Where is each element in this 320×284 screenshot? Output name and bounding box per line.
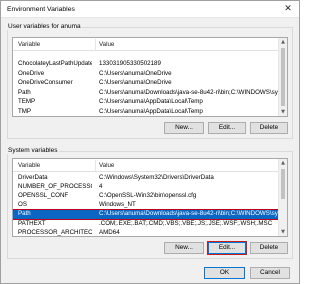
cancel-button[interactable]: Cancel xyxy=(250,267,290,279)
list-item[interactable]: ChocolateyLastPathUpdate 133031905330502… xyxy=(13,60,278,68)
list-item[interactable]: DriverData C:\Windows\System32\Drivers\D… xyxy=(13,174,278,182)
column-header-variable[interactable]: Variable xyxy=(18,162,40,169)
chevron-down-icon[interactable]: ▼ xyxy=(279,228,287,236)
close-icon[interactable]: ✕ xyxy=(277,1,299,18)
scroll-thumb[interactable] xyxy=(281,169,285,199)
system-variables-label: System variables xyxy=(7,147,59,154)
environment-variables-dialog: Environment Variables ✕ User variables f… xyxy=(0,0,300,284)
chevron-up-icon[interactable]: ▲ xyxy=(279,159,287,167)
user-variables-label: User variables for anuma xyxy=(7,23,82,30)
list-item[interactable]: OS Windows_NT xyxy=(13,201,278,209)
user-delete-button[interactable]: Delete xyxy=(250,122,288,134)
list-item[interactable]: TMP C:\Users\anuma\AppData\Local\Temp xyxy=(13,108,278,116)
system-delete-button[interactable]: Delete xyxy=(250,242,288,254)
system-list-scrollbar[interactable]: ▲ ▼ xyxy=(278,159,287,236)
column-separator xyxy=(95,39,96,50)
user-list-header: Variable Value xyxy=(13,38,278,51)
window-title: Environment Variables xyxy=(7,6,75,13)
system-list-header: Variable Value xyxy=(13,159,278,172)
list-item[interactable]: TEMP C:\Users\anuma\AppData\Local\Temp xyxy=(13,98,278,106)
list-item[interactable]: PATHEXT .COM;.EXE;.BAT;.CMD;.VBS;.VBE;.J… xyxy=(13,220,278,228)
list-item[interactable]: OPENSSL_CONF C:\OpenSSL-Win32\bin\openss… xyxy=(13,192,278,200)
column-header-variable[interactable]: Variable xyxy=(18,41,40,48)
chevron-down-icon[interactable]: ▼ xyxy=(279,108,287,116)
list-item-selected[interactable]: Path C:\Users\anuma\Downloads\java-se-8u… xyxy=(13,209,284,220)
column-separator xyxy=(95,160,96,171)
column-header-value[interactable]: Value xyxy=(99,162,114,169)
system-new-button[interactable]: New... xyxy=(164,242,204,254)
user-edit-button[interactable]: Edit... xyxy=(208,122,246,134)
scroll-thumb[interactable] xyxy=(281,48,285,106)
list-item[interactable]: PROCESSOR_ARCHITECTURE AMD64 xyxy=(13,229,278,236)
user-variables-list[interactable]: Variable Value ChocolateyLastPathUpdate … xyxy=(12,37,288,117)
system-edit-button[interactable]: Edit... xyxy=(207,241,247,255)
column-header-value[interactable]: Value xyxy=(99,41,114,48)
system-variables-list[interactable]: Variable Value DriverData C:\Windows\Sys… xyxy=(12,158,288,237)
chevron-up-icon[interactable]: ▲ xyxy=(279,38,287,46)
list-item[interactable]: NUMBER_OF_PROCESSORS 4 xyxy=(13,183,278,191)
list-item[interactable]: OneDriveConsumer C:\Users\anuma\OneDrive xyxy=(13,79,278,87)
list-item[interactable]: OneDrive C:\Users\anuma\OneDrive xyxy=(13,70,278,78)
title-bar: Environment Variables ✕ xyxy=(1,1,299,18)
ok-button[interactable]: OK xyxy=(204,267,245,279)
list-item[interactable]: Path C:\Users\anuma\Downloads\java-se-8u… xyxy=(13,89,284,97)
user-list-scrollbar[interactable]: ▲ ▼ xyxy=(278,38,287,116)
user-new-button[interactable]: New... xyxy=(164,122,204,134)
